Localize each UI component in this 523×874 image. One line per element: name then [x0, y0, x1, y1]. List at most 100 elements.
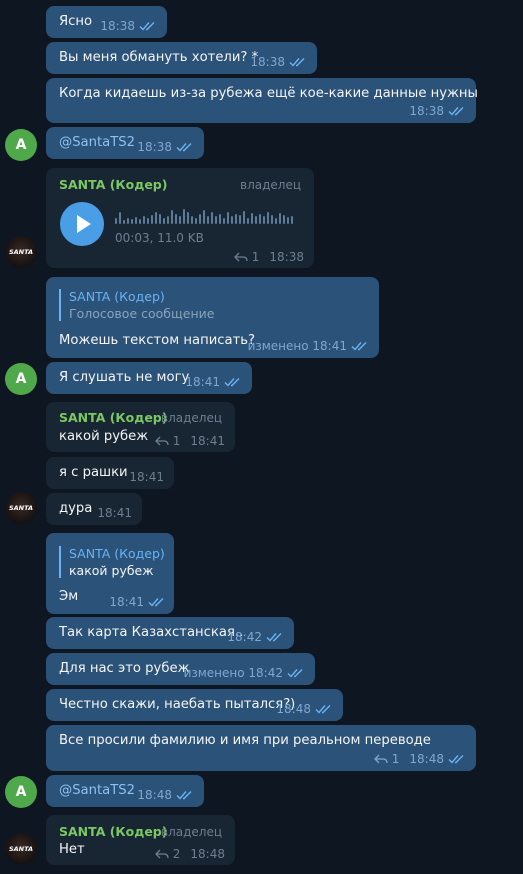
replies-count: 1	[251, 250, 260, 264]
message-bubble[interactable]: @SantaTS2 18:48	[46, 775, 204, 807]
message-bubble[interactable]: Так карта Казахстанская.. 18:42	[46, 617, 294, 649]
message-bubble[interactable]: Честно скажи, наебать пытался?) 18:48	[46, 689, 343, 721]
message-bubble[interactable]: SANTA (Кодер) владелец Нет 2 18:48	[46, 815, 235, 865]
read-ticks-icon	[448, 754, 466, 764]
play-icon	[77, 215, 91, 233]
message-bubble[interactable]: Я слушать не могу 18:41	[46, 362, 252, 394]
message-text: Можешь текстом написать?	[59, 333, 256, 348]
read-ticks-icon	[448, 106, 466, 116]
message-bubble[interactable]: SANTA (Кодер) какой рубеж Эм 18:41	[46, 533, 174, 614]
reply-author: SANTA (Кодер)	[69, 289, 165, 304]
read-ticks-icon	[266, 632, 284, 642]
reply-text: Голосовое сообщение	[69, 306, 215, 321]
reply-preview[interactable]: SANTA (Кодер) какой рубеж	[59, 546, 165, 578]
message-time: 18:41	[97, 506, 132, 520]
message-time: 18:48	[190, 847, 225, 861]
message-bubble[interactable]: дура 18:41	[46, 493, 142, 525]
sender-name[interactable]: SANTA (Кодер)	[59, 824, 167, 839]
message-bubble[interactable]: Для нас это рубеж изменено 18:42	[46, 653, 315, 685]
role-badge: владелец	[161, 411, 222, 425]
message-meta: 18:38	[250, 55, 307, 69]
reply-preview[interactable]: SANTA (Кодер) Голосовое сообщение	[59, 289, 214, 321]
voice-message-bubble[interactable]: SANTA (Кодер) владелец 00:03, 11.0 KB 1 …	[46, 168, 314, 268]
replies-count: 1	[172, 434, 181, 448]
avatar[interactable]: A	[5, 129, 37, 161]
replies-count: 1	[391, 752, 400, 766]
message-text: Эм	[59, 589, 79, 604]
read-ticks-icon	[351, 341, 369, 351]
message-time: 18:41	[190, 434, 225, 448]
avatar[interactable]: A	[5, 776, 37, 808]
message-text: Вы меня обмануть хотели? *	[59, 50, 259, 65]
reply-arrow-icon	[234, 252, 248, 262]
message-time: 18:48	[276, 702, 311, 716]
message-text: Для нас это рубеж	[59, 661, 190, 676]
message-meta: 18:41	[97, 506, 132, 520]
voice-duration: 00:03, 11.0 KB	[115, 231, 204, 245]
message-text: Я слушать не могу	[59, 370, 190, 385]
replies-count: 2	[172, 847, 181, 861]
message-meta: 18:41	[129, 470, 164, 484]
message-bubble[interactable]: я с рашки 18:41	[46, 457, 174, 489]
message-bubble[interactable]: SANTA (Кодер) владелец какой рубеж 1 18:…	[46, 402, 235, 452]
message-time: 18:41	[185, 375, 220, 389]
message-time: 18:38	[409, 104, 444, 118]
message-meta: 18:48	[276, 702, 333, 716]
message-meta: 18:38	[100, 19, 157, 33]
message-meta: 18:41	[109, 595, 166, 609]
read-ticks-icon	[224, 377, 242, 387]
message-text: Когда кидаешь из-за рубежа ещё кое-какие…	[59, 86, 478, 101]
message-meta: 18:38	[409, 104, 466, 118]
voice-waveform[interactable]	[115, 204, 293, 224]
message-meta: изменено 18:42	[184, 666, 305, 680]
message-bubble[interactable]: Ясно 18:38	[46, 6, 167, 38]
message-text: Честно скажи, наебать пытался?)	[59, 697, 296, 712]
reply-arrow-icon	[155, 436, 169, 446]
message-meta: 18:41	[185, 375, 242, 389]
read-ticks-icon	[139, 21, 157, 31]
message-time: изменено 18:42	[183, 666, 283, 680]
message-time: 18:38	[250, 55, 285, 69]
avatar[interactable]: SANTA	[5, 833, 37, 865]
avatar[interactable]: SANTA	[5, 492, 37, 524]
message-meta: 1 18:41	[155, 434, 225, 448]
message-bubble[interactable]: SANTA (Кодер) Голосовое сообщение Можешь…	[46, 277, 379, 358]
message-text: Все просили фамилию и имя при реальном п…	[59, 733, 431, 748]
replies-counter[interactable]: 2	[155, 847, 181, 861]
message-text: какой рубеж	[59, 429, 149, 444]
message-time: 18:38	[100, 19, 135, 33]
read-ticks-icon	[315, 704, 333, 714]
replies-counter[interactable]: 1	[155, 434, 181, 448]
message-meta: 1 18:38	[234, 250, 304, 264]
message-time: 18:48	[137, 788, 172, 802]
message-meta: 2 18:48	[155, 847, 225, 861]
message-meta: 1 18:48	[374, 752, 466, 766]
read-ticks-icon	[289, 57, 307, 67]
message-bubble[interactable]: @SantaTS2 18:38	[46, 127, 204, 159]
avatar[interactable]: SANTA	[5, 236, 37, 268]
read-ticks-icon	[176, 790, 194, 800]
message-bubble[interactable]: Вы меня обмануть хотели? * 18:38	[46, 42, 317, 74]
message-meta: изменено 18:41	[248, 339, 369, 353]
avatar[interactable]: A	[5, 363, 37, 395]
role-badge: владелец	[161, 825, 222, 839]
read-ticks-icon	[148, 597, 166, 607]
mention-link[interactable]: @SantaTS2	[59, 783, 135, 798]
replies-counter[interactable]: 1	[234, 250, 260, 264]
sender-name[interactable]: SANTA (Кодер)	[59, 177, 167, 192]
reply-arrow-icon	[155, 849, 169, 859]
replies-counter[interactable]: 1	[374, 752, 400, 766]
mention-link[interactable]: @SantaTS2	[59, 135, 135, 150]
message-time: изменено 18:41	[247, 339, 347, 353]
message-time: 18:41	[129, 470, 164, 484]
reply-author: SANTA (Кодер)	[69, 546, 165, 561]
message-bubble[interactable]: Все просили фамилию и имя при реальном п…	[46, 725, 476, 771]
message-text: я с рашки	[59, 465, 128, 480]
play-button[interactable]	[60, 202, 104, 246]
sender-name[interactable]: SANTA (Кодер)	[59, 410, 167, 425]
read-ticks-icon	[176, 142, 194, 152]
message-text: дура	[59, 501, 93, 516]
message-time: 18:48	[409, 752, 444, 766]
message-meta: 18:38	[137, 140, 194, 154]
message-bubble[interactable]: Когда кидаешь из-за рубежа ещё кое-какие…	[46, 78, 478, 123]
